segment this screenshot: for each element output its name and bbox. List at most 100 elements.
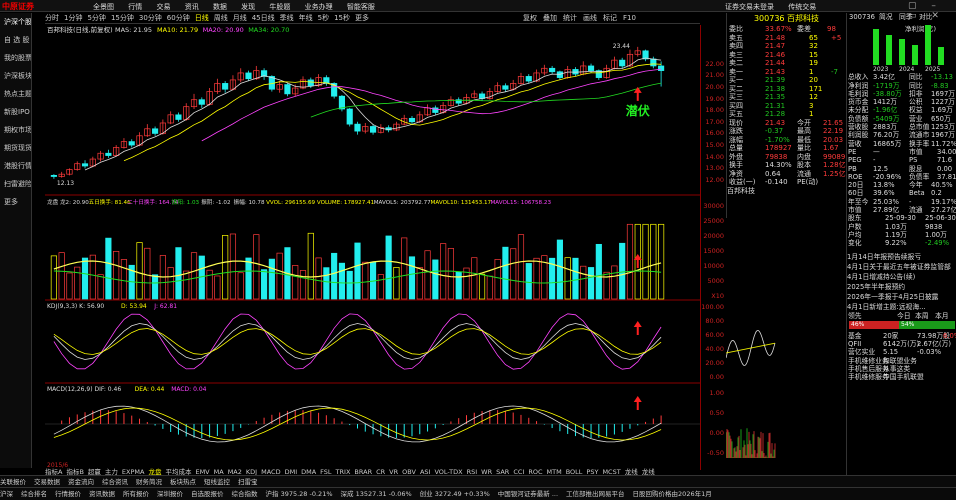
sidebar-item[interactable]: 沪深个股	[0, 13, 31, 31]
menu-faxian[interactable]: 发现	[241, 2, 255, 12]
fin-label: 同比	[909, 81, 923, 90]
bottom-tab[interactable]: 关联报价	[0, 476, 26, 486]
period-tab[interactable]: 30分钟	[139, 13, 162, 23]
period-tab[interactable]: 5秒	[318, 13, 329, 23]
stat-row: 涨幅 -1.70% 最低 20.03	[727, 136, 846, 145]
menu-shuju[interactable]: 数据	[213, 2, 227, 12]
fin-value: 3.42亿	[873, 73, 895, 82]
status-item[interactable]: 资讯数据	[89, 488, 115, 498]
status-item[interactable]: 深成 13527.31 -0.06%	[341, 488, 412, 498]
bottom-tab[interactable]: 财务简况	[136, 476, 162, 486]
sidebar-item[interactable]: 扫雷避险	[0, 175, 31, 193]
news-item[interactable]: 2026年一季报于4月25日披露	[847, 292, 956, 302]
status-item[interactable]: 深圳报价	[157, 488, 183, 498]
volume-bar	[323, 267, 330, 300]
bottom-tab[interactable]: 综合资讯	[102, 476, 128, 486]
chart-tool-button[interactable]: 统计	[563, 13, 577, 23]
sidebar-item[interactable]: 沪深板块	[0, 67, 31, 85]
volume-bar	[432, 259, 439, 300]
trade-login-status[interactable]: 证券交易未登录	[725, 2, 774, 12]
sidebar-item[interactable]: 期权市场	[0, 121, 31, 139]
status-item[interactable]: 工信部推出网易平台	[566, 488, 625, 498]
kline-chart-area[interactable]: 百邦科技(日线,前复权) MAS: 21.95 MA10: 21.79 MA20: 2…	[45, 25, 700, 470]
period-tab[interactable]: 1分钟	[64, 13, 82, 23]
news-item[interactable]: 4月1日新增主题:远视海...	[847, 302, 956, 312]
period-tab[interactable]: 15秒	[334, 13, 350, 23]
news-item[interactable]: 4月1日关于最近五年被证券监管部	[847, 262, 956, 272]
profile-tab[interactable]: 对比	[919, 13, 933, 21]
lead-label: 领先	[848, 311, 862, 320]
news-item[interactable]: 1月14日年报预告续报亏	[847, 252, 956, 262]
profile-tab[interactable]: 简况	[879, 13, 893, 21]
menu-niugu[interactable]: 牛股题	[269, 2, 290, 12]
chart-tool-button[interactable]: F10	[623, 14, 636, 22]
chart-tool-button[interactable]: 画线	[583, 13, 597, 23]
val-label: ROE	[848, 172, 863, 181]
bottom-tab[interactable]: 资金流向	[68, 476, 94, 486]
bottom-tab[interactable]: 短线监控	[204, 476, 230, 486]
period-tab[interactable]: 60分钟	[167, 13, 190, 23]
status-item[interactable]: 综合指数	[232, 488, 258, 498]
status-item[interactable]: 综合排名	[21, 488, 47, 498]
fin-label: 同比	[909, 73, 923, 82]
val-value: 37.81	[937, 172, 956, 181]
period-tab[interactable]: 15分钟	[111, 13, 134, 23]
ma-legend-item: MA10: 21.79	[157, 26, 198, 34]
sidebar-item[interactable]: 港股行情	[0, 157, 31, 175]
val-row: PB 12.5 股息 0.00	[847, 165, 956, 173]
stat-value: 0.64	[765, 169, 781, 178]
holder-value: 9.22%	[885, 239, 907, 248]
status-item[interactable]: 沪深	[0, 488, 13, 498]
vol-tick: 25000	[703, 217, 724, 225]
status-item[interactable]: 日股回购价格由2026年1月	[633, 488, 712, 498]
bottom-tab[interactable]: 交易数据	[34, 476, 60, 486]
bottom-tab[interactable]: 扫雷宝	[238, 476, 258, 486]
vol-legend-item: 振阴: -1.02	[201, 198, 230, 206]
intraday-mini-chart[interactable]	[726, 218, 846, 468]
menu-quanjingtu[interactable]: 全景图	[93, 2, 114, 12]
status-item[interactable]: 所有报价	[123, 488, 149, 498]
period-tab[interactable]: 季线	[280, 13, 294, 23]
period-tab[interactable]: 更多	[355, 13, 369, 23]
sell-price: 21.44	[765, 59, 786, 67]
status-item[interactable]: 自选股报价	[191, 488, 224, 498]
traditional-trade[interactable]: 传统交易	[788, 2, 816, 12]
period-tab[interactable]: 5分钟	[87, 13, 105, 23]
sidebar-item[interactable]: 期货现货	[0, 139, 31, 157]
news-item[interactable]: 2025年半年报预约	[847, 282, 956, 292]
status-item[interactable]: 沪指 3975.28 -0.21%	[266, 488, 333, 498]
macd-tick: 0.50	[709, 409, 724, 417]
menu-jiaoyi[interactable]: 交易	[156, 2, 170, 12]
kdj-tick: 80.00	[705, 317, 724, 325]
sidebar-item[interactable]: 新股IPO	[0, 103, 31, 121]
status-item[interactable]: 行情报价	[55, 488, 81, 498]
period-tab[interactable]: 分时	[45, 13, 59, 23]
sidebar-item[interactable]: 更多	[0, 193, 31, 211]
status-item[interactable]: 中国银河证券最新 ...	[498, 488, 558, 498]
vol-tick: 30000	[703, 202, 724, 210]
menu-hangqing[interactable]: 行情	[128, 2, 142, 12]
period-tab[interactable]: 月线	[233, 13, 247, 23]
chart-tool-button[interactable]: 叠加	[543, 13, 557, 23]
menu-kefu[interactable]: 智能客服	[347, 2, 375, 12]
chart-tool-button[interactable]: 复权	[523, 13, 537, 23]
sell-level: 卖四	[729, 42, 743, 50]
status-item[interactable]: 创业 3272.49 +0.33%	[420, 488, 490, 498]
fin-value: 76.20万	[873, 131, 900, 140]
period-tab[interactable]: 周线	[214, 13, 228, 23]
sidebar-item[interactable]: 我的股票	[0, 49, 31, 67]
sell-row: 卖五 21.48 65 +5	[727, 34, 846, 43]
menu-zixun[interactable]: 资讯	[185, 2, 199, 12]
news-item[interactable]: 4月1日增减持公告(续)	[847, 272, 956, 282]
profile-tab[interactable]: 同季	[899, 13, 913, 21]
period-tab[interactable]: 年线	[299, 13, 313, 23]
menu-yewu[interactable]: 业务办理	[305, 2, 333, 12]
stat-label: 收益(一)	[729, 178, 756, 186]
sidebar-item[interactable]: 自 选 股	[0, 31, 31, 49]
period-tab[interactable]: 日线	[195, 13, 209, 23]
sidebar-item[interactable]: 热点主题	[0, 85, 31, 103]
period-tab[interactable]: 45日线	[252, 13, 275, 23]
chart-tool-button[interactable]: 标记	[603, 13, 617, 23]
candle-body	[658, 65, 665, 71]
bottom-tab[interactable]: 板块热点	[170, 476, 196, 486]
